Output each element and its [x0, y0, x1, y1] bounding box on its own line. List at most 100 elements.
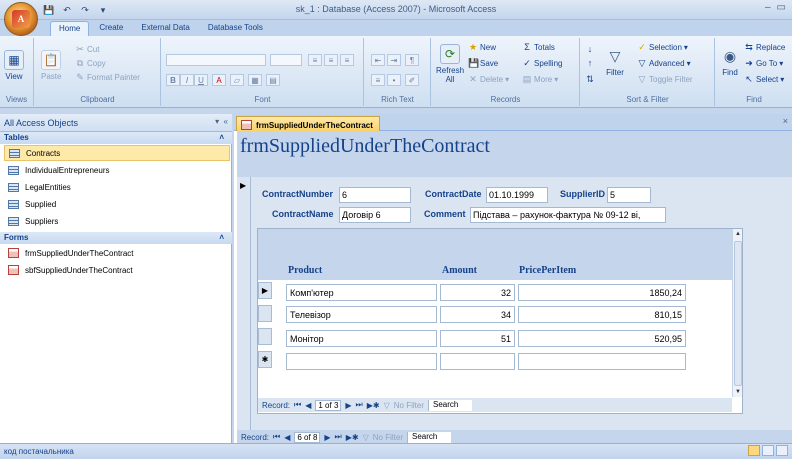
find-button[interactable]: ◉ Find — [720, 46, 740, 78]
decrease-indent-icon[interactable]: ⇤ — [371, 54, 385, 66]
contract-date-field[interactable]: 01.10.1999 — [486, 187, 548, 203]
tab-home[interactable]: Home — [50, 21, 90, 36]
refresh-all-button[interactable]: ⟳ Refresh All — [436, 44, 464, 84]
save-record-button[interactable]: 💾 Save — [468, 58, 498, 68]
layout-view-icon[interactable] — [762, 445, 774, 456]
nav-section-forms[interactable]: Forms ˄ — [0, 232, 232, 244]
gridlines-icon[interactable]: ▦ — [248, 74, 262, 86]
design-view-icon[interactable] — [776, 445, 788, 456]
alternate-fill-icon[interactable]: ▤ — [266, 74, 280, 86]
prev-record-icon[interactable]: ◀ — [284, 433, 290, 442]
new-record-button[interactable]: ★ New — [468, 42, 496, 52]
minimize-icon[interactable]: – — [765, 2, 771, 13]
nav-item-legal-entities[interactable]: LegalEntities — [4, 179, 230, 195]
cell-price[interactable]: 520,95 — [518, 330, 686, 347]
subform-row-selector[interactable]: ▶ — [258, 282, 272, 299]
paste-button[interactable]: 📋 Paste — [41, 50, 61, 81]
selection-button[interactable]: ✓ Selection ▾ — [637, 42, 688, 52]
nav-item-supplied[interactable]: Supplied — [4, 196, 230, 212]
new-record-nav-icon[interactable]: ▶✱ — [367, 401, 380, 410]
nav-pane-menu-icon[interactable]: ▾ « — [215, 117, 228, 126]
spelling-button[interactable]: ✓ Spelling — [522, 58, 562, 68]
totals-button[interactable]: Σ Totals — [522, 42, 555, 52]
font-size-combo[interactable] — [270, 54, 302, 66]
search-box[interactable]: Search — [428, 399, 473, 411]
nav-section-tables[interactable]: Tables ˄ — [0, 132, 232, 144]
tab-database-tools[interactable]: Database Tools — [200, 21, 271, 36]
cell-product[interactable]: Комп'ютер — [286, 284, 437, 301]
filter-button[interactable]: ▽ Filter — [605, 46, 625, 78]
no-filter-button[interactable]: No Filter — [373, 433, 403, 442]
align-left-icon[interactable]: ≡ — [308, 54, 322, 66]
office-button[interactable]: A — [4, 2, 38, 36]
record-selector[interactable]: ▶ — [237, 177, 251, 430]
subform-row-selector[interactable] — [258, 305, 272, 322]
cell-amount[interactable]: 32 — [440, 284, 515, 301]
supplier-id-field[interactable]: 5 — [607, 187, 651, 203]
scroll-up-icon[interactable]: ▲ — [733, 229, 743, 239]
highlight-icon[interactable]: ✐ — [405, 74, 419, 86]
advanced-button[interactable]: ▽ Advanced ▾ — [637, 58, 691, 68]
cell-price[interactable]: 810,15 — [518, 306, 686, 323]
form-view-icon[interactable] — [748, 445, 760, 456]
close-document-icon[interactable]: × — [783, 116, 788, 126]
increase-indent-icon[interactable]: ⇥ — [387, 54, 401, 66]
new-cell-amount[interactable] — [440, 353, 515, 370]
search-box[interactable]: Search — [407, 431, 452, 443]
view-button[interactable]: ▦ View — [4, 50, 24, 81]
cell-amount[interactable]: 34 — [440, 306, 515, 323]
clear-sort-button[interactable]: ⇅ — [585, 74, 595, 84]
format-painter-button[interactable]: ✎ Format Painter — [75, 72, 140, 82]
nav-item-frm-supplied[interactable]: frmSuppliedUnderTheContract — [4, 245, 230, 261]
copy-button[interactable]: ⧉ Copy — [75, 58, 106, 68]
record-position-field[interactable]: 6 of 8 — [294, 431, 321, 443]
contract-name-field[interactable]: Договір 6 — [339, 207, 411, 223]
replace-button[interactable]: ⇆ Replace — [744, 42, 785, 52]
cell-product[interactable]: Телевізор — [286, 306, 437, 323]
tab-external-data[interactable]: External Data — [133, 21, 197, 36]
align-right-icon[interactable]: ≡ — [340, 54, 354, 66]
scroll-thumb[interactable] — [734, 241, 742, 386]
first-record-icon[interactable]: ⏮ — [273, 432, 280, 442]
record-position-field[interactable]: 1 of 3 — [315, 399, 342, 411]
select-button[interactable]: ↖ Select ▾ — [744, 74, 784, 84]
align-center-icon[interactable]: ≡ — [324, 54, 338, 66]
goto-button[interactable]: ➜ Go To ▾ — [744, 58, 783, 68]
italic-icon[interactable]: I — [180, 74, 194, 86]
last-record-icon[interactable]: ⏭ — [356, 400, 363, 410]
nav-item-suppliers[interactable]: Suppliers — [4, 213, 230, 229]
bold-icon[interactable]: B — [166, 74, 180, 86]
bullets-icon[interactable]: • — [387, 74, 401, 86]
cut-button[interactable]: ✂ Cut — [75, 44, 99, 54]
cell-amount[interactable]: 51 — [440, 330, 515, 347]
font-color-icon[interactable]: A — [212, 74, 226, 86]
scroll-down-icon[interactable]: ▼ — [733, 387, 743, 397]
sort-descending-button[interactable]: ↑ — [585, 58, 595, 68]
underline-icon[interactable]: U — [194, 74, 208, 86]
restore-icon[interactable]: ▭ — [777, 2, 786, 13]
cell-product[interactable]: Монітор — [286, 330, 437, 347]
numbering-icon[interactable]: ≡ — [371, 74, 385, 86]
new-cell-price[interactable] — [518, 353, 686, 370]
nav-item-individual-entrepreneurs[interactable]: IndividualEntrepreneurs — [4, 162, 230, 178]
new-record-nav-icon[interactable]: ▶✱ — [346, 433, 359, 442]
tab-create[interactable]: Create — [91, 21, 131, 36]
toggle-filter-button[interactable]: ▽ Toggle Filter — [637, 74, 693, 84]
prev-record-icon[interactable]: ◀ — [305, 401, 311, 410]
nav-item-contracts[interactable]: Contracts — [4, 145, 230, 161]
font-name-combo[interactable] — [166, 54, 266, 66]
next-record-icon[interactable]: ▶ — [345, 401, 351, 410]
document-tab[interactable]: frmSuppliedUnderTheContract — [236, 116, 380, 131]
delete-record-button[interactable]: ✕ Delete ▾ — [468, 74, 509, 84]
new-record-selector[interactable]: ✱ — [258, 351, 272, 368]
paragraph-icon[interactable]: ¶ — [405, 54, 419, 66]
fill-color-icon[interactable]: ▱ — [230, 74, 244, 86]
nav-pane-header[interactable]: All Access Objects ▾ « — [0, 114, 232, 132]
comment-field[interactable]: Підстава – рахунок-фактура № 09-12 ві, — [470, 207, 666, 223]
subform-row-selector[interactable] — [258, 328, 272, 345]
next-record-icon[interactable]: ▶ — [324, 433, 330, 442]
last-record-icon[interactable]: ⏭ — [335, 432, 342, 442]
nav-item-sbf-supplied[interactable]: sbfSuppliedUnderTheContract — [4, 262, 230, 278]
new-cell-product[interactable] — [286, 353, 437, 370]
no-filter-button[interactable]: No Filter — [394, 401, 424, 410]
